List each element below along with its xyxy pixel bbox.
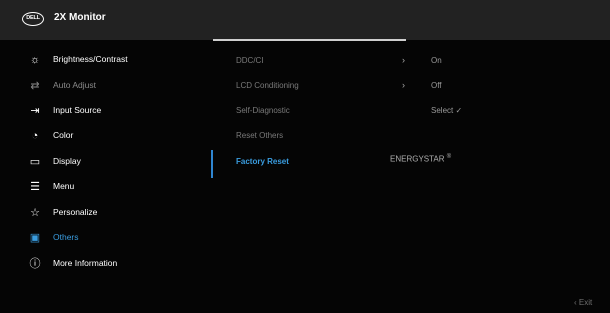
submenu-indicator-line <box>213 39 406 41</box>
menu-item-display[interactable]: ▭ Display <box>0 152 200 172</box>
menu-item-label: More Information <box>53 258 118 268</box>
others-icon: ▣ <box>29 232 41 244</box>
star-icon: ☆ <box>30 207 40 219</box>
exit-button[interactable]: ‹ Exit <box>574 298 592 307</box>
menu-item-color[interactable]: ◔ Color <box>0 126 200 146</box>
sun-icon: ☼ <box>29 54 41 66</box>
menu-item-label: Display <box>53 156 81 166</box>
submenu-item-lcd-conditioning[interactable]: LCD Conditioning <box>236 81 299 90</box>
input-source-icon: ⇥ <box>30 105 40 117</box>
submenu-item-self-diagnostic[interactable]: Self-Diagnostic <box>236 106 290 115</box>
display-icon: ▭ <box>29 156 41 168</box>
self-diagnostic-select[interactable]: Select ✓ <box>431 106 462 115</box>
menu-item-more-information[interactable]: ⓘ More Information <box>0 254 200 274</box>
osd-header: DELL 2X Monitor <box>0 0 610 40</box>
menu-item-label: Menu <box>53 181 75 191</box>
chevron-right-icon: › <box>402 55 405 65</box>
lcd-conditioning-value: Off <box>431 81 442 90</box>
menu-item-personalize[interactable]: ☆ Personalize <box>0 203 200 223</box>
menu-item-menu[interactable]: ☰ Menu <box>0 177 200 197</box>
menu-item-label: Personalize <box>53 207 98 217</box>
menu-icon: ☰ <box>30 181 40 193</box>
menu-item-label: Others <box>53 232 79 242</box>
submenu-item-ddc-ci[interactable]: DDC/CI <box>236 56 264 65</box>
menu-item-label: Auto Adjust <box>53 80 97 90</box>
dell-logo: DELL <box>22 12 44 26</box>
ddc-ci-value: On <box>431 56 442 65</box>
menu-item-label: Input Source <box>53 105 102 115</box>
info-icon: ⓘ <box>29 258 41 270</box>
monitor-title: 2X Monitor <box>54 12 106 23</box>
menu-item-auto-adjust[interactable]: ⇄ Auto Adjust <box>0 76 200 96</box>
auto-adjust-icon: ⇄ <box>30 80 40 92</box>
palette-icon: ◔ <box>31 130 39 142</box>
submenu-item-factory-reset[interactable]: Factory Reset <box>236 157 289 166</box>
chevron-right-icon: › <box>402 80 405 90</box>
selection-indicator <box>211 150 213 178</box>
menu-item-others[interactable]: ▣ Others <box>0 228 200 248</box>
energystar-label: ENERGYSTAR ® <box>390 154 452 164</box>
menu-item-label: Color <box>53 130 74 140</box>
submenu-item-reset-others[interactable]: Reset Others <box>236 131 283 140</box>
osd-window: DELL 2X Monitor ☼ Brightness/Contrast ⇄ … <box>0 0 610 313</box>
menu-item-brightness-contrast[interactable]: ☼ Brightness/Contrast <box>0 50 200 70</box>
menu-item-input-source[interactable]: ⇥ Input Source <box>0 101 200 121</box>
registered-mark: ® <box>446 154 452 160</box>
menu-item-label: Brightness/Contrast <box>53 54 128 64</box>
